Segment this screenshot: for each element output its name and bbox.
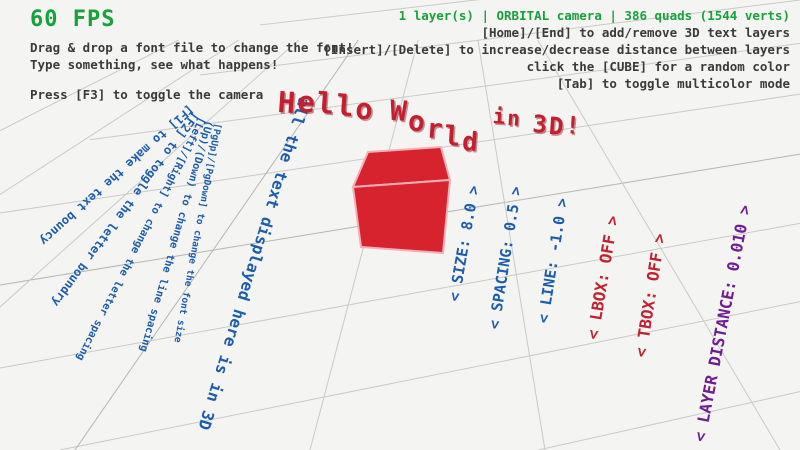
hud-right-instructions: [Home]/[End] to add/remove 3D text layer… (323, 25, 790, 92)
status-line: 1 layer(s) | ORBITAL camera | 386 quads … (323, 8, 790, 24)
hud-instruction: [Home]/[End] to add/remove 3D text layer… (323, 25, 790, 41)
hud-left-instructions: Drag & drop a font file to change the fo… (30, 40, 354, 103)
hud-right: 1 layer(s) | ORBITAL camera | 386 quads … (323, 8, 790, 93)
hud-instruction: [Tab] to toggle multicolor mode (323, 76, 790, 92)
fps-counter: 60 FPS (30, 8, 354, 32)
hud-instruction: Press [F3] to toggle the camera (30, 87, 354, 103)
hud-left: 60 FPS Drag & drop a font file to change… (30, 8, 354, 104)
cube-front-face[interactable] (353, 180, 450, 253)
hud-instruction: click the [CUBE] for a random color (323, 59, 790, 75)
app-window: [F1] to make the text bouncy[F2] to togg… (0, 0, 800, 450)
hud-instruction: [Insert]/[Delete] to increase/decrease d… (323, 42, 790, 58)
hud-instruction: Drag & drop a font file to change the fo… (30, 40, 354, 56)
hud-instruction: Type something, see what happens! (30, 57, 354, 73)
